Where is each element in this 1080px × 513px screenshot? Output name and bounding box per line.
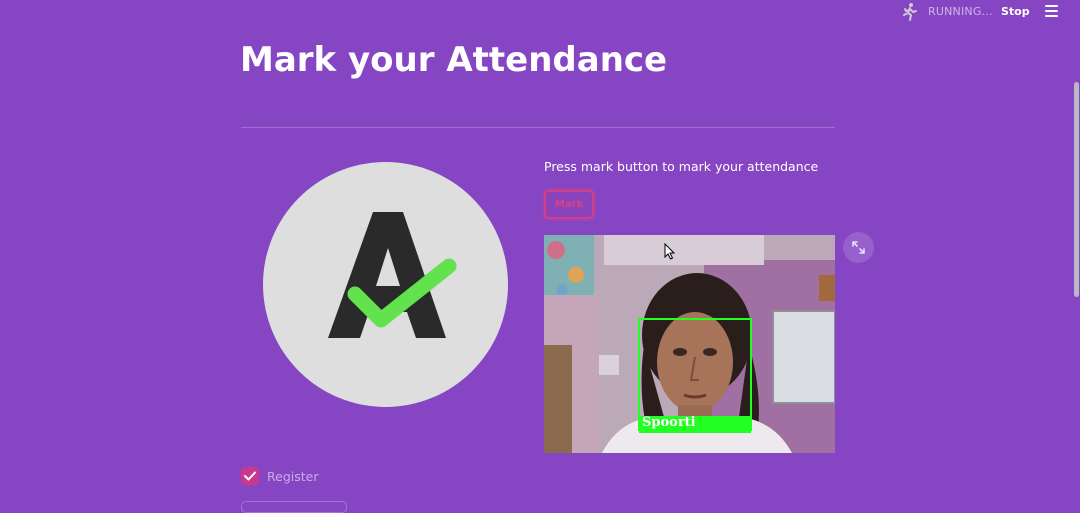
attendance-logo bbox=[263, 162, 508, 407]
stop-button[interactable]: Stop bbox=[1001, 5, 1030, 18]
divider bbox=[241, 127, 835, 128]
running-man-icon bbox=[903, 3, 917, 21]
register-checkbox[interactable] bbox=[241, 467, 259, 485]
mark-button[interactable]: Mark bbox=[544, 190, 594, 219]
fullscreen-button[interactable] bbox=[843, 232, 874, 263]
mouse-cursor-icon bbox=[664, 243, 676, 260]
register-label: Register bbox=[267, 469, 319, 484]
mark-instruction: Press mark button to mark your attendanc… bbox=[544, 159, 819, 174]
partial-button[interactable] bbox=[241, 501, 347, 513]
fullscreen-icon bbox=[852, 241, 865, 254]
hamburger-menu-icon[interactable] bbox=[1045, 5, 1058, 17]
detected-name-label: Spoorti bbox=[642, 415, 696, 430]
camera-feed: Spoorti bbox=[544, 235, 835, 453]
checkmark-icon bbox=[244, 471, 256, 481]
page-title: Mark your Attendance bbox=[240, 40, 668, 80]
scrollbar[interactable] bbox=[1074, 82, 1079, 297]
running-status: RUNNING... bbox=[928, 5, 993, 18]
